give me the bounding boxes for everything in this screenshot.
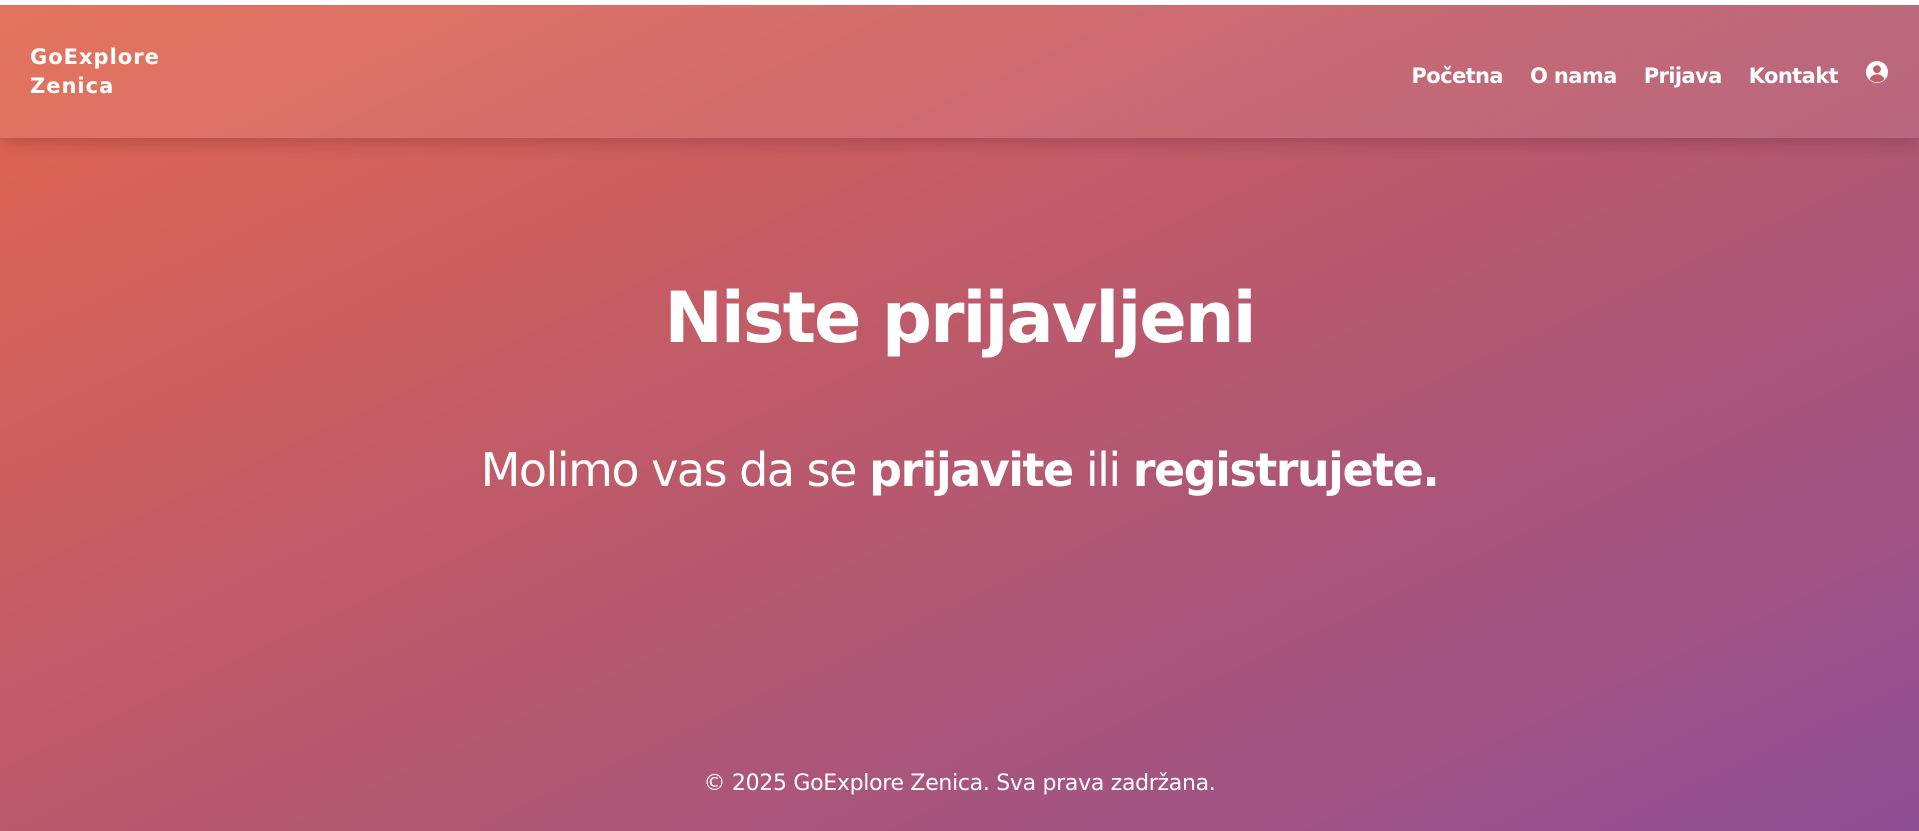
brand-line-2: Zenica <box>30 74 115 98</box>
nav-link-pocetna[interactable]: Početna <box>1411 64 1503 88</box>
login-prompt: Molimo vas da se prijavite ili registruj… <box>0 440 1919 500</box>
page-title: Niste prijavljeni <box>664 277 1256 359</box>
nav-link-o-nama[interactable]: O nama <box>1530 64 1617 88</box>
footer-copyright: © 2025 GoExplore Zenica. Sva prava zadrž… <box>703 771 1216 796</box>
main-nav: Početna O nama Prijava Kontakt <box>1384 59 1889 93</box>
navbar: GoExplore Zenica Početna O nama Prijava … <box>0 5 1919 138</box>
user-circle-icon[interactable] <box>1865 60 1889 84</box>
nav-link-prijava[interactable]: Prijava <box>1644 64 1723 88</box>
brand-line-1: GoExplore <box>30 45 160 69</box>
top-strip <box>0 0 1919 5</box>
login-link[interactable]: prijavite <box>869 443 1074 497</box>
register-link[interactable]: registrujete. <box>1133 443 1440 497</box>
login-prompt-middle: ili <box>1072 443 1133 497</box>
login-prompt-prefix: Molimo vas da se <box>480 443 870 497</box>
brand-logo[interactable]: GoExplore Zenica <box>30 43 230 101</box>
page-background: GoExplore Zenica Početna O nama Prijava … <box>0 0 1919 831</box>
nav-link-kontakt[interactable]: Kontakt <box>1749 64 1839 88</box>
